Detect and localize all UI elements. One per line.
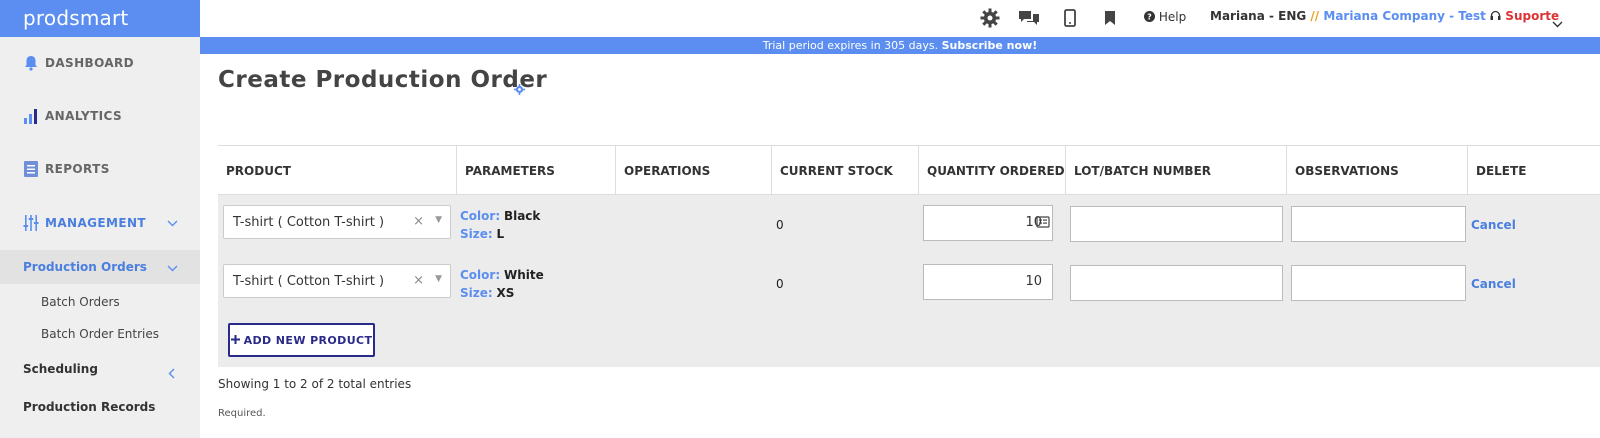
required-note: Required. xyxy=(218,408,266,419)
document-icon xyxy=(22,160,40,178)
param-label: Color: xyxy=(460,268,501,282)
cancel-link[interactable]: Cancel xyxy=(1471,218,1516,232)
add-new-product-label: ADD NEW PRODUCT xyxy=(243,333,373,347)
entries-summary: Showing 1 to 2 of 2 total entries xyxy=(218,377,412,391)
param-label: Color: xyxy=(460,209,501,223)
top-bar: ? Help Mariana - ENG // Mariana Company … xyxy=(200,0,1600,37)
separator: // xyxy=(1310,9,1320,23)
chevron-left-icon xyxy=(168,364,175,383)
column-header-lot-batch-number: LOT/BATCH NUMBER xyxy=(1065,146,1286,196)
param-value: L xyxy=(496,227,505,241)
column-header-product: PRODUCT xyxy=(226,164,291,178)
settings-icon[interactable] xyxy=(979,7,1001,29)
column-header-current-stock: CURRENT STOCK xyxy=(771,146,918,196)
help-label: Help xyxy=(1158,10,1187,24)
chevron-down-icon[interactable] xyxy=(1552,13,1563,32)
user-name: Mariana - ENG xyxy=(1210,9,1307,23)
user-info[interactable]: Mariana - ENG // Mariana Company - Test … xyxy=(1210,9,1559,23)
column-header-parameters: PARAMETERS xyxy=(456,146,615,196)
sidebar-item-production-orders[interactable]: Production Orders xyxy=(0,250,200,284)
autofill-icon[interactable] xyxy=(1036,216,1050,232)
quantity-value: 10 xyxy=(1025,274,1042,289)
question-circle-icon: ? xyxy=(1144,10,1159,24)
param-value: Black xyxy=(503,209,541,223)
column-header-operations: OPERATIONS xyxy=(615,146,771,196)
product-select-value: T-shirt ( Cotton T-shirt ) xyxy=(233,215,385,230)
param-value: XS xyxy=(496,286,515,300)
table-header: PRODUCT PARAMETERS OPERATIONS CURRENT ST… xyxy=(218,145,1600,196)
observations-input[interactable] xyxy=(1291,206,1466,242)
chevron-down-icon xyxy=(167,217,178,230)
caret-down-icon[interactable]: ▼ xyxy=(435,215,442,225)
parameters-cell: Color: White Size: XS xyxy=(460,266,544,302)
bell-icon xyxy=(22,54,40,72)
sidebar-item-reports[interactable]: REPORTS xyxy=(0,159,200,179)
quantity-input[interactable]: 10 xyxy=(923,205,1053,241)
bar-chart-icon xyxy=(22,107,40,125)
product-select-value: T-shirt ( Cotton T-shirt ) xyxy=(233,274,385,289)
sidebar-item-production-records[interactable]: Production Records xyxy=(23,400,155,414)
sidebar-item-scheduling[interactable]: Scheduling xyxy=(23,362,98,376)
clear-icon[interactable]: × xyxy=(413,273,424,288)
page-title: Create Production Order xyxy=(218,67,548,93)
lot-batch-input[interactable] xyxy=(1070,265,1283,301)
subscribe-link[interactable]: Subscribe now! xyxy=(942,39,1038,52)
column-header-delete: DELETE xyxy=(1467,146,1600,196)
company-name: Mariana Company - Test xyxy=(1323,9,1486,23)
current-stock-value: 0 xyxy=(776,218,784,232)
product-select[interactable]: T-shirt ( Cotton T-shirt ) × ▼ xyxy=(223,205,451,239)
help-link[interactable]: ? Help xyxy=(1144,10,1186,24)
cancel-link[interactable]: Cancel xyxy=(1471,277,1516,291)
bookmark-icon[interactable] xyxy=(1099,7,1121,29)
sidebar-item-label: MANAGEMENT xyxy=(45,216,146,230)
sidebar-item-label: Scheduling xyxy=(23,362,98,376)
product-select[interactable]: T-shirt ( Cotton T-shirt ) × ▼ xyxy=(223,264,451,298)
sidebar-item-batch-orders[interactable]: Batch Orders xyxy=(41,295,120,309)
table-body: T-shirt ( Cotton T-shirt ) × ▼ Color: Bl… xyxy=(218,195,1600,367)
clear-icon[interactable]: × xyxy=(413,214,424,229)
lot-batch-input[interactable] xyxy=(1070,206,1283,242)
plus-icon xyxy=(230,334,240,347)
app-logo[interactable]: prodsmart xyxy=(0,0,200,37)
sidebar-item-batch-order-entries[interactable]: Batch Order Entries xyxy=(41,327,159,341)
add-new-product-button[interactable]: ADD NEW PRODUCT xyxy=(228,323,375,357)
sidebar-item-analytics[interactable]: ANALYTICS xyxy=(0,106,200,126)
settings-icon[interactable] xyxy=(514,80,525,99)
headset-icon xyxy=(1490,9,1505,23)
param-label: Size: xyxy=(460,286,493,300)
caret-down-icon[interactable]: ▼ xyxy=(435,274,442,284)
column-header-observations: OBSERVATIONS xyxy=(1286,146,1467,196)
sidebar-item-management[interactable]: MANAGEMENT xyxy=(0,213,200,233)
trial-text: Trial period expires in 305 days. xyxy=(762,39,939,52)
chat-icon[interactable] xyxy=(1018,7,1040,29)
param-value: White xyxy=(503,268,544,282)
sidebar-item-label: DASHBOARD xyxy=(45,56,135,70)
trial-banner: Trial period expires in 305 days. Subscr… xyxy=(200,37,1600,54)
observations-input[interactable] xyxy=(1291,265,1466,301)
current-stock-value: 0 xyxy=(776,277,784,291)
chevron-down-icon xyxy=(167,262,178,275)
sidebar-item-label: REPORTS xyxy=(45,162,110,176)
svg-text:?: ? xyxy=(1147,13,1152,22)
column-header-quantity-ordered: QUANTITY ORDERED xyxy=(918,146,1065,196)
sidebar-item-label: ANALYTICS xyxy=(45,109,123,123)
mobile-icon[interactable] xyxy=(1059,7,1081,29)
parameters-cell: Color: Black Size: L xyxy=(460,207,540,243)
quantity-input[interactable]: 10 xyxy=(923,264,1053,300)
param-label: Size: xyxy=(460,227,493,241)
sliders-icon xyxy=(22,214,40,232)
sidebar-item-label: Production Orders xyxy=(23,260,147,274)
sidebar-item-dashboard[interactable]: DASHBOARD xyxy=(0,53,200,73)
sidebar: prodsmart DASHBOARD ANALYTICS REPORTS MA… xyxy=(0,0,200,438)
